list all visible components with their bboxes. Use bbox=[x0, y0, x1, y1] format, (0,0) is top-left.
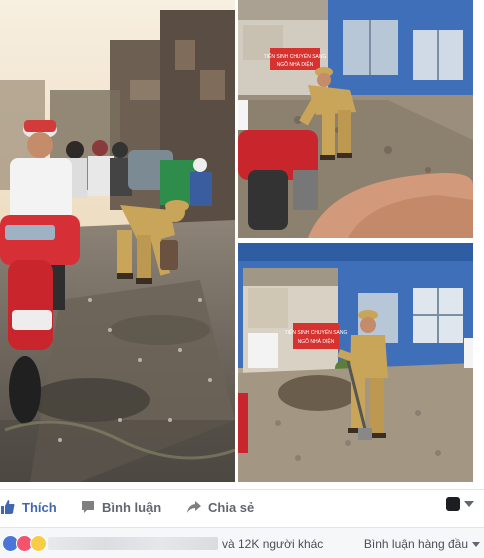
share-button[interactable]: Chia sẻ bbox=[186, 490, 254, 524]
audience-icon bbox=[446, 497, 460, 511]
chevron-down-icon bbox=[472, 542, 480, 547]
like-button-label: Thích bbox=[22, 499, 57, 515]
post-photo-grid: TIẾN SINH CHUYỂN SANG NGÕ NHÀ DIỆN TIẾN … bbox=[0, 0, 484, 485]
street-scene bbox=[0, 0, 235, 482]
comment-button[interactable]: Bình luận bbox=[80, 490, 161, 524]
wow-reaction-icon bbox=[30, 535, 47, 552]
sign-text-top-2: NGÕ NHÀ DIỆN bbox=[277, 60, 314, 68]
post-photo-street[interactable] bbox=[0, 0, 235, 482]
sign-text-bottom-1: TIẾN SINH CHUYỂN SANG bbox=[285, 329, 348, 336]
chevron-down-icon bbox=[464, 501, 474, 507]
reaction-count-text[interactable]: và 12K người khác bbox=[222, 537, 323, 551]
post-action-bar: Thích Bình luận Chia sẻ bbox=[0, 489, 484, 524]
share-button-label: Chia sẻ bbox=[208, 499, 255, 515]
sign-text-bottom-2: NGÕ NHÀ DIỆN bbox=[298, 337, 335, 345]
reaction-icons[interactable] bbox=[2, 535, 47, 552]
like-button[interactable]: Thích bbox=[0, 490, 57, 524]
audience-selector[interactable] bbox=[446, 497, 474, 511]
post-photo-officer-shoveling[interactable]: TIẾN SINH CHUYỂN SANG NGÕ NHÀ DIỆN bbox=[238, 243, 473, 482]
officer-sweeping-scene: TIẾN SINH CHUYỂN SANG NGÕ NHÀ DIỆN bbox=[238, 0, 473, 238]
sign-text-top-1: TIẾN SINH CHUYỂN SANG bbox=[264, 53, 327, 60]
comment-button-label: Bình luận bbox=[102, 499, 162, 515]
comment-sort-dropdown[interactable]: Bình luận hàng đầu bbox=[364, 537, 468, 551]
blurred-reactor-names bbox=[48, 537, 218, 550]
post-photo-officer-sweeping[interactable]: TIẾN SINH CHUYỂN SANG NGÕ NHÀ DIỆN bbox=[238, 0, 473, 238]
reactions-summary: và 12K người khác Bình luận hàng đầu bbox=[0, 527, 484, 558]
thumbs-up-icon bbox=[1, 500, 15, 514]
comment-icon bbox=[82, 501, 94, 513]
officer-shoveling-scene: TIẾN SINH CHUYỂN SANG NGÕ NHÀ DIỆN bbox=[238, 243, 473, 482]
share-icon bbox=[187, 501, 201, 513]
